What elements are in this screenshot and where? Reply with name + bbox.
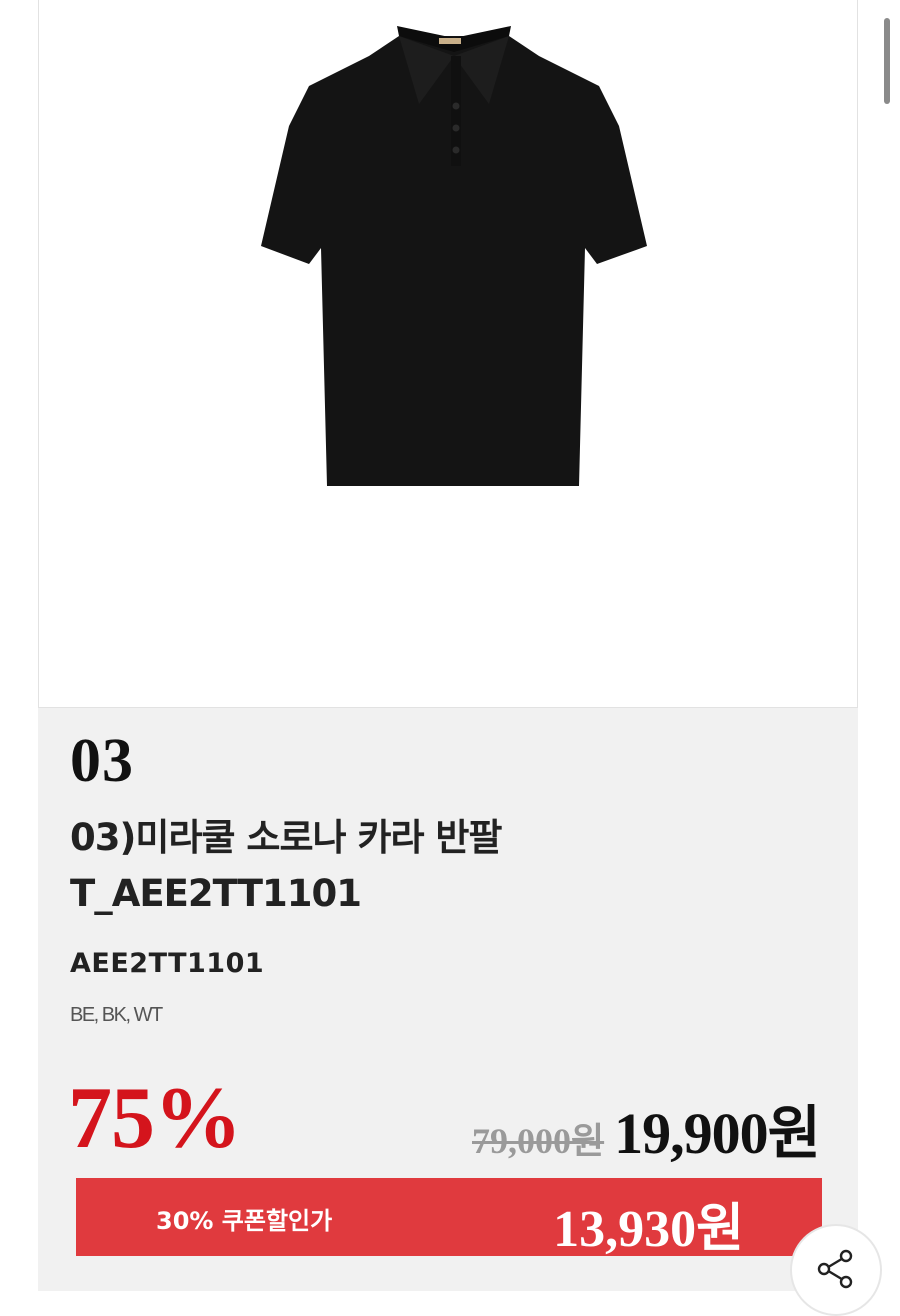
price-group: 79,000원 19,900원 bbox=[472, 1086, 821, 1170]
product-info-panel: 03 03)미라쿨 소로나 카라 반팔 T_AEE2TT1101 AEE2TT1… bbox=[38, 708, 858, 1291]
product-title[interactable]: 03)미라쿨 소로나 카라 반팔 T_AEE2TT1101 bbox=[70, 810, 790, 922]
product-code: AEE2TT1101 bbox=[70, 948, 265, 979]
color-options: BE, BK, WT bbox=[70, 1004, 163, 1026]
share-button[interactable] bbox=[790, 1224, 882, 1316]
product-image[interactable] bbox=[249, 16, 659, 496]
original-price: 79,000원 bbox=[472, 1121, 605, 1161]
product-image-area[interactable] bbox=[38, 0, 858, 708]
discount-rate: 75% bbox=[68, 1070, 242, 1167]
coupon-price: 13,930원 bbox=[553, 1201, 744, 1258]
share-icon bbox=[817, 1249, 853, 1289]
coupon-label: 30% 쿠폰할인가 bbox=[156, 1207, 333, 1235]
sale-price: 19,900원 bbox=[614, 1101, 821, 1166]
coupon-price-bar[interactable]: 30% 쿠폰할인가 13,930원 bbox=[76, 1178, 822, 1258]
scrollbar[interactable] bbox=[884, 18, 890, 104]
rank-number: 03 bbox=[70, 727, 134, 795]
